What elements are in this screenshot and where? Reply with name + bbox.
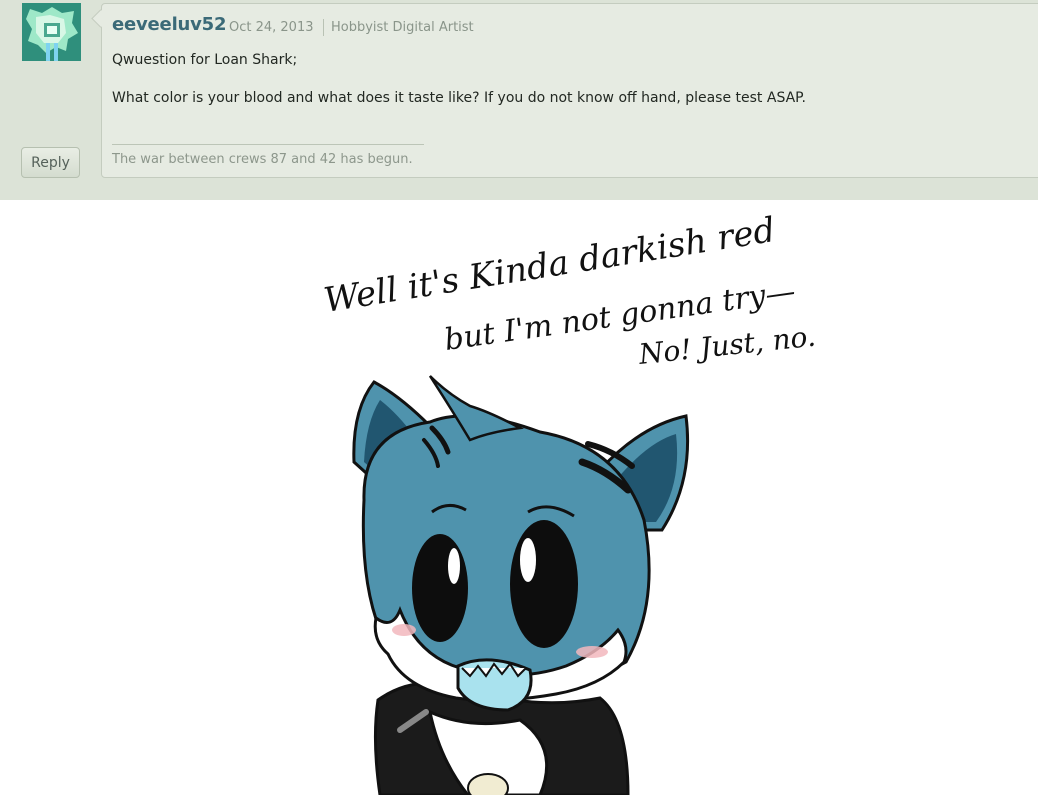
avatar-image [22, 3, 81, 61]
comment-panel: Reply eeveeluv52 Oct 24, 2013 Hobbyist D… [0, 0, 1038, 200]
left-eye [412, 534, 468, 642]
cat-character [352, 375, 690, 799]
right-eye-highlight [520, 538, 536, 582]
comment-signature: The war between crews 87 and 42 has begu… [112, 152, 413, 167]
comment-text-line2: What color is your blood and what does i… [112, 90, 806, 106]
right-eye [510, 520, 578, 648]
right-blush [576, 646, 608, 658]
left-eye-highlight [448, 548, 460, 584]
signature-divider [112, 144, 424, 145]
artwork-canvas: Well it's Kinda darkish red but I'm not … [321, 210, 817, 799]
user-title: Hobbyist Digital Artist [331, 20, 474, 35]
artwork: Well it's Kinda darkish red but I'm not … [0, 200, 1038, 799]
avatar[interactable] [22, 3, 81, 61]
meta-divider [323, 19, 324, 36]
cat-paw [467, 773, 509, 799]
comment-date[interactable]: Oct 24, 2013 [229, 20, 314, 35]
reply-button[interactable]: Reply [21, 147, 80, 178]
comment-username[interactable]: eeveeluv52 [112, 14, 227, 35]
left-blush [392, 624, 416, 636]
comment-text-line1: Qwuestion for Loan Shark; [112, 52, 298, 68]
